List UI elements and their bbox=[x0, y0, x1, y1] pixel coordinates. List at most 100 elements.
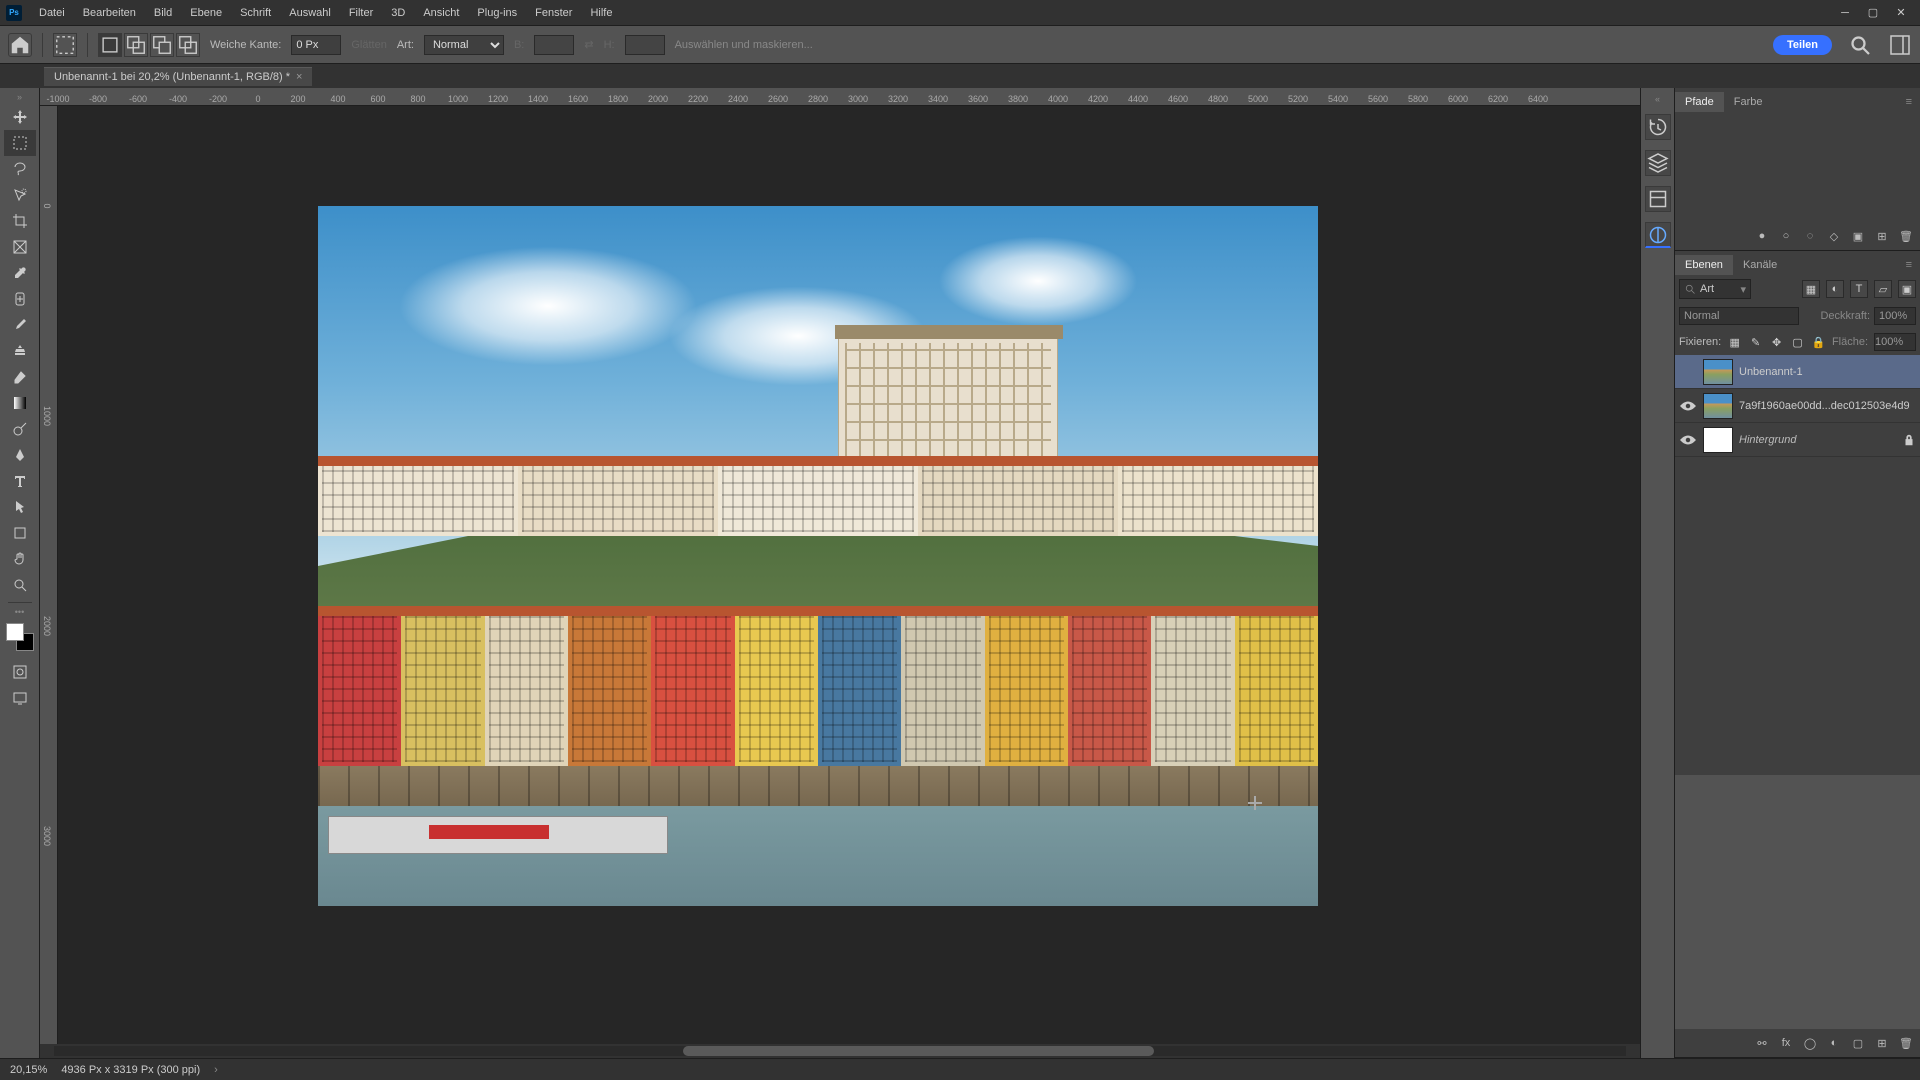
menu-3d[interactable]: 3D bbox=[382, 3, 414, 23]
pen-tool[interactable] bbox=[4, 442, 36, 468]
marquee-tool[interactable] bbox=[4, 130, 36, 156]
panel-menu-icon[interactable]: ≡ bbox=[1898, 255, 1920, 275]
style-select[interactable]: Normal bbox=[424, 35, 504, 55]
strip-collapse-icon[interactable]: « bbox=[1655, 94, 1660, 104]
maximize-button[interactable]: ▢ bbox=[1860, 3, 1886, 23]
menu-auswahl[interactable]: Auswahl bbox=[280, 3, 340, 23]
menu-ansicht[interactable]: Ansicht bbox=[414, 3, 468, 23]
new-adjustment-icon[interactable]: ◐ bbox=[1826, 1035, 1842, 1051]
layer-filter-search[interactable]: Art ▾ bbox=[1679, 279, 1751, 299]
hand-tool[interactable] bbox=[4, 546, 36, 572]
add-mask-icon[interactable]: ▣ bbox=[1850, 228, 1866, 244]
minimize-button[interactable]: ─ bbox=[1832, 3, 1858, 23]
menu-bild[interactable]: Bild bbox=[145, 3, 181, 23]
fill-input[interactable] bbox=[1874, 333, 1916, 351]
lock-all-icon[interactable]: 🔒 bbox=[1811, 334, 1826, 350]
menu-filter[interactable]: Filter bbox=[340, 3, 382, 23]
path-selection-tool[interactable] bbox=[4, 494, 36, 520]
properties-panel-icon[interactable] bbox=[1645, 186, 1671, 212]
add-mask-icon[interactable]: ◯ bbox=[1802, 1035, 1818, 1051]
layer-visibility-icon[interactable] bbox=[1679, 431, 1697, 449]
healing-brush-tool[interactable] bbox=[4, 286, 36, 312]
filter-type-icon[interactable]: T bbox=[1850, 280, 1868, 298]
new-group-icon[interactable]: ▢ bbox=[1850, 1035, 1866, 1051]
selection-subtract[interactable] bbox=[150, 33, 174, 57]
lock-transparency-icon[interactable]: ▦ bbox=[1727, 334, 1742, 350]
dodge-tool[interactable] bbox=[4, 416, 36, 442]
type-tool[interactable] bbox=[4, 468, 36, 494]
opacity-input[interactable] bbox=[1874, 307, 1916, 325]
menu-datei[interactable]: Datei bbox=[30, 3, 74, 23]
quick-mask-tool[interactable] bbox=[4, 659, 36, 685]
lock-artboard-icon[interactable]: ▢ bbox=[1790, 334, 1805, 350]
close-tab-icon[interactable]: × bbox=[296, 71, 302, 83]
new-path-icon[interactable]: ⊞ bbox=[1874, 228, 1890, 244]
move-tool[interactable] bbox=[4, 104, 36, 130]
screen-mode-tool[interactable] bbox=[4, 685, 36, 711]
filter-smart-icon[interactable]: ▣ bbox=[1898, 280, 1916, 298]
share-button[interactable]: Teilen bbox=[1773, 35, 1832, 55]
menu-bearbeiten[interactable]: Bearbeiten bbox=[74, 3, 145, 23]
menu-schrift[interactable]: Schrift bbox=[231, 3, 280, 23]
menu-hilfe[interactable]: Hilfe bbox=[581, 3, 621, 23]
delete-layer-icon[interactable]: 🗑 bbox=[1898, 1035, 1914, 1051]
layer-row[interactable]: Unbenannt-1 bbox=[1675, 355, 1920, 389]
eyedropper-tool[interactable] bbox=[4, 260, 36, 286]
menu-plug-ins[interactable]: Plug-ins bbox=[468, 3, 526, 23]
stroke-path-icon[interactable]: ○ bbox=[1778, 228, 1794, 244]
layer-visibility-icon[interactable] bbox=[1679, 363, 1697, 381]
layer-style-icon[interactable]: fx bbox=[1778, 1035, 1794, 1051]
foreground-color-swatch[interactable] bbox=[6, 623, 24, 641]
crop-tool[interactable] bbox=[4, 208, 36, 234]
select-and-mask-link[interactable]: Auswählen und maskieren... bbox=[675, 39, 813, 51]
eraser-tool[interactable] bbox=[4, 364, 36, 390]
tools-collapse-icon[interactable]: » bbox=[17, 92, 22, 102]
marquee-tool-preset[interactable] bbox=[53, 33, 77, 57]
color-swatches[interactable] bbox=[6, 623, 34, 651]
layer-row[interactable]: Hintergrund bbox=[1675, 423, 1920, 457]
horizontal-scrollbar[interactable] bbox=[40, 1044, 1640, 1058]
brush-tool[interactable] bbox=[4, 312, 36, 338]
search-icon[interactable] bbox=[1848, 33, 1872, 57]
link-layers-icon[interactable]: ⚯ bbox=[1754, 1035, 1770, 1051]
status-arrow-icon[interactable]: › bbox=[214, 1064, 218, 1076]
gradient-tool[interactable] bbox=[4, 390, 36, 416]
fill-path-icon[interactable]: ● bbox=[1754, 228, 1770, 244]
libraries-panel-icon[interactable] bbox=[1645, 150, 1671, 176]
filter-pixel-icon[interactable]: ▦ bbox=[1802, 280, 1820, 298]
selection-add[interactable] bbox=[124, 33, 148, 57]
home-button[interactable] bbox=[8, 33, 32, 57]
tab-layers[interactable]: Ebenen bbox=[1675, 255, 1733, 275]
canvas-viewport[interactable] bbox=[58, 106, 1640, 1044]
feather-input[interactable] bbox=[291, 35, 341, 55]
frame-tool[interactable] bbox=[4, 234, 36, 260]
shape-tool[interactable] bbox=[4, 520, 36, 546]
zoom-level[interactable]: 20,15% bbox=[10, 1064, 47, 1076]
new-layer-icon[interactable]: ⊞ bbox=[1874, 1035, 1890, 1051]
selection-intersect[interactable] bbox=[176, 33, 200, 57]
make-work-path-icon[interactable]: ◇ bbox=[1826, 228, 1842, 244]
document-tab[interactable]: Unbenannt-1 bei 20,2% (Unbenannt-1, RGB/… bbox=[44, 67, 312, 86]
layer-visibility-icon[interactable] bbox=[1679, 397, 1697, 415]
workspace-icon[interactable] bbox=[1888, 33, 1912, 57]
panel-menu-icon[interactable]: ≡ bbox=[1898, 92, 1920, 112]
adjustments-panel-icon[interactable] bbox=[1645, 222, 1671, 248]
filter-shape-icon[interactable]: ▱ bbox=[1874, 280, 1892, 298]
tab-color[interactable]: Farbe bbox=[1724, 92, 1773, 112]
close-button[interactable]: ✕ bbox=[1888, 3, 1914, 23]
lasso-tool[interactable] bbox=[4, 156, 36, 182]
lock-position-icon[interactable]: ✥ bbox=[1769, 334, 1784, 350]
lock-pixels-icon[interactable]: ✎ bbox=[1748, 334, 1763, 350]
layer-row[interactable]: 7a9f1960ae00dd...dec012503e4d9 bbox=[1675, 389, 1920, 423]
history-panel-icon[interactable] bbox=[1645, 114, 1671, 140]
clone-stamp-tool[interactable] bbox=[4, 338, 36, 364]
delete-path-icon[interactable]: 🗑 bbox=[1898, 228, 1914, 244]
tab-channels[interactable]: Kanäle bbox=[1733, 255, 1787, 275]
menu-fenster[interactable]: Fenster bbox=[526, 3, 581, 23]
tools-more-icon[interactable]: ••• bbox=[15, 607, 24, 617]
blend-mode-select[interactable] bbox=[1679, 307, 1799, 325]
selection-new[interactable] bbox=[98, 33, 122, 57]
path-to-selection-icon[interactable]: ◌ bbox=[1802, 228, 1818, 244]
tab-paths[interactable]: Pfade bbox=[1675, 92, 1724, 112]
zoom-tool[interactable] bbox=[4, 572, 36, 598]
